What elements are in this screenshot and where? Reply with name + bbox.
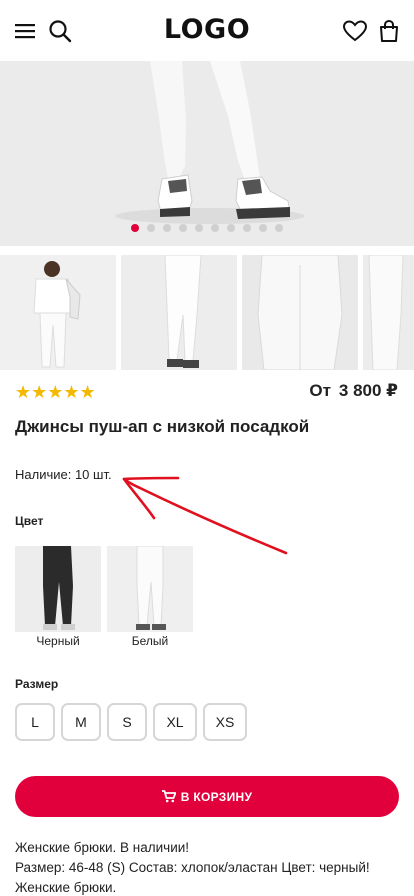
- size-option-xs[interactable]: XS: [203, 703, 247, 741]
- size-option-xl[interactable]: XL: [153, 703, 197, 741]
- description-line: Женские брюки. В наличии!: [15, 840, 190, 855]
- slide-dot[interactable]: [227, 224, 235, 232]
- rating-stars: ★★★★★: [15, 382, 96, 402]
- thumbnail-4[interactable]: [363, 255, 414, 370]
- header: LOGO: [0, 0, 414, 60]
- slide-dot[interactable]: [147, 224, 155, 232]
- thumbnail-2[interactable]: [121, 255, 237, 370]
- color-swatch-black[interactable]: [15, 546, 101, 632]
- product-description: Женские брюки. В наличии! Размер: 46-48 …: [15, 838, 405, 896]
- product-hero-image[interactable]: [0, 61, 414, 246]
- slide-dot[interactable]: [275, 224, 283, 232]
- price: От 3 800 ₽: [309, 381, 398, 401]
- thumbnail-1[interactable]: [0, 255, 116, 370]
- slide-dot[interactable]: [211, 224, 219, 232]
- add-to-cart-button[interactable]: В КОРЗИНУ: [15, 776, 399, 817]
- size-heading: Размер: [15, 677, 59, 691]
- slide-dot[interactable]: [195, 224, 203, 232]
- description-line: Размер: 46-48 (S) Состав: хлопок/эластан…: [15, 860, 370, 875]
- size-option-s[interactable]: S: [107, 703, 147, 741]
- heart-icon[interactable]: [342, 18, 368, 44]
- thumbnail-3[interactable]: [242, 255, 358, 370]
- product-title: Джинсы пуш-ап с низкой посадкой: [15, 417, 310, 436]
- bag-icon[interactable]: [376, 18, 402, 44]
- stock-status: Наличие: 10 шт.: [15, 467, 112, 482]
- description-line: Женские брюки.: [15, 880, 117, 895]
- size-option-l[interactable]: L: [15, 703, 55, 741]
- slide-dot[interactable]: [131, 224, 139, 232]
- slide-dot[interactable]: [259, 224, 267, 232]
- price-value: 3 800 ₽: [338, 381, 398, 400]
- price-prefix: От: [309, 381, 331, 400]
- cart-icon: [161, 790, 176, 803]
- slide-dot[interactable]: [163, 224, 171, 232]
- color-label-black: Черный: [36, 634, 80, 648]
- size-option-m[interactable]: M: [61, 703, 101, 741]
- color-label-white: Белый: [131, 634, 169, 648]
- slide-indicator[interactable]: [0, 224, 414, 234]
- add-to-cart-label: В КОРЗИНУ: [180, 789, 253, 804]
- hero-legs-illustration: [0, 61, 414, 246]
- color-heading: Цвет: [15, 514, 44, 528]
- thumbnail-strip[interactable]: [0, 255, 414, 370]
- slide-dot[interactable]: [179, 224, 187, 232]
- color-swatch-white[interactable]: [107, 546, 193, 632]
- slide-dot[interactable]: [243, 224, 251, 232]
